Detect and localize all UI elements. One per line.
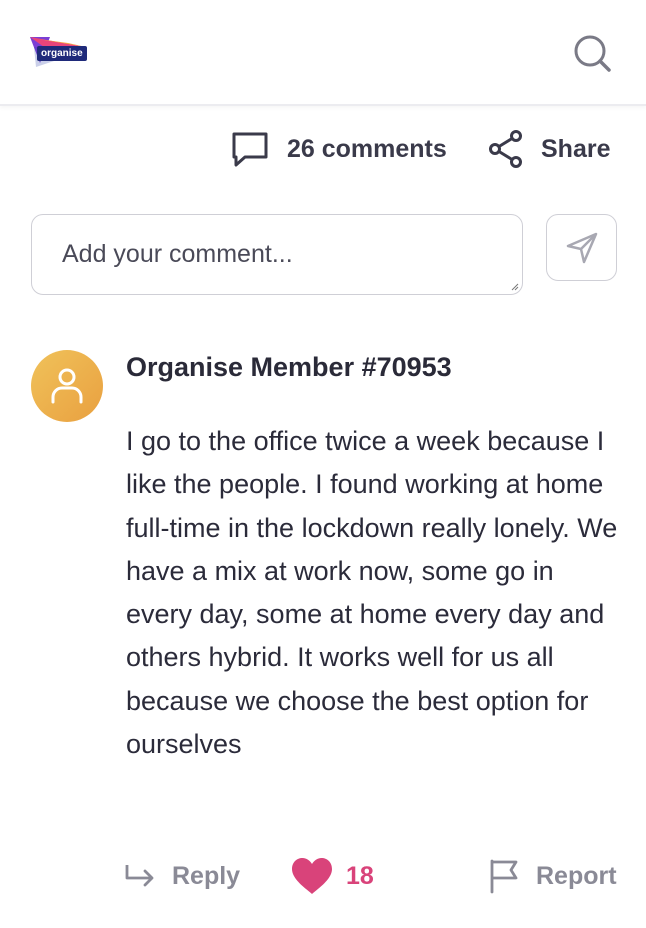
comment-actions: Reply 18 Report (0, 852, 646, 900)
comment-input[interactable] (32, 215, 522, 294)
report-label: Report (536, 861, 617, 890)
share-button[interactable]: Share (488, 128, 610, 170)
comment-author: Organise Member #70953 (126, 352, 452, 382)
like-count: 18 (346, 861, 374, 890)
logo-text: organise (37, 46, 87, 61)
resize-grip-icon[interactable] (511, 283, 519, 291)
comments-count: 26 comments (287, 134, 447, 163)
user-icon (51, 368, 83, 404)
reply-button[interactable]: Reply (124, 852, 240, 900)
heart-icon (292, 858, 332, 894)
speech-bubble-icon (232, 132, 268, 167)
paper-plane-icon (566, 232, 597, 263)
comment-text: I go to the office twice a week because … (126, 426, 618, 760)
share-icon (489, 130, 522, 168)
send-comment-button[interactable] (546, 214, 617, 281)
reply-arrow-icon (125, 865, 154, 887)
comments-button[interactable]: 26 comments (231, 128, 447, 170)
comment-input-wrapper (31, 214, 523, 295)
flag-icon (490, 859, 518, 894)
search-icon[interactable] (572, 33, 612, 73)
like-button[interactable]: 18 (290, 852, 374, 900)
app-header: organise (0, 0, 646, 106)
report-button[interactable]: Report (488, 852, 617, 900)
share-label: Share (541, 134, 611, 163)
post-actions: 26 comments Share (0, 128, 646, 170)
organise-logo[interactable]: organise (28, 33, 90, 71)
avatar (31, 350, 103, 422)
reply-label: Reply (172, 861, 241, 890)
